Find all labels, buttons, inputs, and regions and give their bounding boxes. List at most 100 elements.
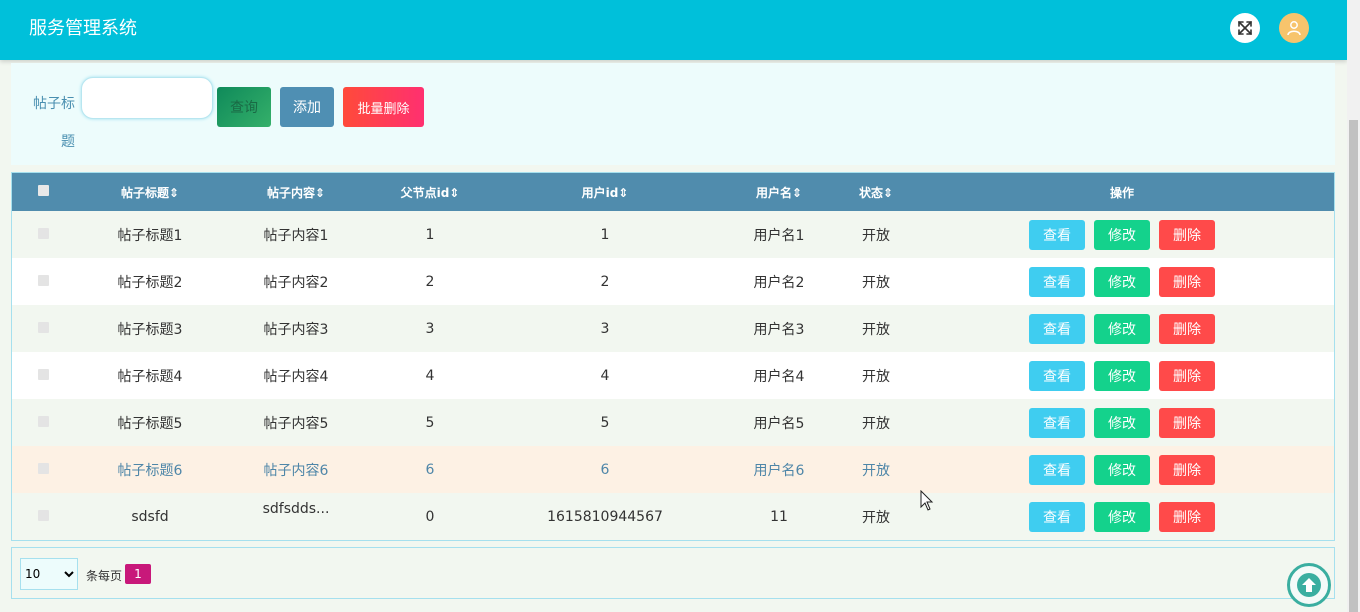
cell-content: 帖子内容2 bbox=[263, 274, 329, 291]
table-header-row: 帖子标题⇕ 帖子内容⇕ 父节点id⇕ 用户id⇕ 用户名⇕ 状态⇕ 操作 bbox=[12, 173, 1334, 211]
cell-status: 开放 bbox=[862, 227, 890, 244]
table-row[interactable]: 帖子标题1 帖子内容1 1 1 用户名1 开放 查看 修改 删除 bbox=[12, 211, 1334, 258]
arrow-up-icon bbox=[1297, 573, 1321, 597]
cell-status: 开放 bbox=[862, 509, 890, 526]
view-button[interactable]: 查看 bbox=[1029, 266, 1085, 297]
pagination-bar: 10 条每页 1 bbox=[11, 547, 1335, 599]
post-title-search-input[interactable] bbox=[81, 77, 213, 119]
cell-status: 开放 bbox=[862, 415, 890, 432]
view-button[interactable]: 查看 bbox=[1029, 454, 1085, 485]
add-button[interactable]: 添加 bbox=[280, 87, 334, 127]
cell-title: 帖子标题2 bbox=[117, 274, 183, 291]
delete-button[interactable]: 删除 bbox=[1159, 454, 1215, 485]
back-to-top-button[interactable] bbox=[1287, 563, 1331, 607]
cell-parent-id: 1 bbox=[425, 226, 435, 243]
row-checkbox[interactable] bbox=[37, 321, 49, 333]
column-header-username[interactable]: 用户名⇕ bbox=[716, 173, 842, 211]
row-checkbox[interactable] bbox=[37, 415, 49, 427]
sort-icon: ⇕ bbox=[618, 185, 629, 200]
view-button[interactable]: 查看 bbox=[1029, 407, 1085, 438]
delete-button[interactable]: 删除 bbox=[1159, 219, 1215, 250]
table-row[interactable]: 帖子标题4 帖子内容4 4 4 用户名4 开放 查看 修改 删除 bbox=[12, 352, 1334, 399]
edit-button[interactable]: 修改 bbox=[1094, 266, 1150, 297]
row-checkbox-cell[interactable] bbox=[12, 352, 74, 399]
cell-status: 开放 bbox=[862, 274, 890, 291]
cell-status: 开放 bbox=[862, 462, 890, 479]
cell-title: 帖子标题5 bbox=[117, 415, 183, 432]
cell-parent-id: 6 bbox=[425, 461, 435, 478]
page-size-select[interactable]: 10 bbox=[20, 558, 78, 590]
edit-button[interactable]: 修改 bbox=[1094, 501, 1150, 532]
sort-icon: ⇕ bbox=[168, 185, 180, 200]
per-page-label: 条每页 bbox=[86, 569, 123, 583]
table-row[interactable]: 帖子标题6 帖子内容6 6 6 用户名6 开放 查看 修改 删除 bbox=[12, 446, 1334, 493]
cell-content: 帖子内容6 bbox=[263, 462, 329, 479]
row-checkbox-cell[interactable] bbox=[12, 258, 74, 305]
edit-button[interactable]: 修改 bbox=[1094, 313, 1150, 344]
row-checkbox-cell[interactable] bbox=[12, 211, 74, 258]
cell-title: 帖子标题3 bbox=[117, 321, 183, 338]
column-header-status[interactable]: 状态⇕ bbox=[842, 173, 910, 211]
column-header-title[interactable]: 帖子标题⇕ bbox=[74, 173, 226, 211]
cell-user-id: 3 bbox=[600, 320, 610, 337]
search-button[interactable]: 查询 bbox=[217, 87, 271, 127]
delete-button[interactable]: 删除 bbox=[1159, 266, 1215, 297]
cell-user-id: 4 bbox=[600, 367, 610, 384]
select-all-checkbox[interactable] bbox=[37, 185, 49, 196]
cell-user-id: 1615810944567 bbox=[547, 508, 663, 525]
delete-button[interactable]: 删除 bbox=[1159, 501, 1215, 532]
cell-title: sdsfd bbox=[131, 508, 169, 525]
view-button[interactable]: 查看 bbox=[1029, 501, 1085, 532]
row-checkbox[interactable] bbox=[37, 462, 49, 474]
delete-button[interactable]: 删除 bbox=[1159, 407, 1215, 438]
edit-button[interactable]: 修改 bbox=[1094, 360, 1150, 391]
cell-username: 用户名1 bbox=[753, 227, 805, 244]
column-header-content[interactable]: 帖子内容⇕ bbox=[226, 173, 366, 211]
cell-title: 帖子标题4 bbox=[117, 368, 183, 385]
view-button[interactable]: 查看 bbox=[1029, 219, 1085, 250]
edit-button[interactable]: 修改 bbox=[1094, 407, 1150, 438]
expand-icon bbox=[1238, 21, 1252, 35]
cell-user-id: 6 bbox=[600, 461, 610, 478]
table-row[interactable]: 帖子标题3 帖子内容3 3 3 用户名3 开放 查看 修改 删除 bbox=[12, 305, 1334, 352]
sort-icon: ⇕ bbox=[314, 185, 326, 200]
delete-button[interactable]: 删除 bbox=[1159, 313, 1215, 344]
edit-button[interactable]: 修改 bbox=[1094, 219, 1150, 250]
cell-username: 用户名2 bbox=[753, 274, 805, 291]
table-row[interactable]: 帖子标题2 帖子内容2 2 2 用户名2 开放 查看 修改 删除 bbox=[12, 258, 1334, 305]
row-checkbox-cell[interactable] bbox=[12, 305, 74, 352]
sort-icon: ⇕ bbox=[791, 185, 803, 200]
scrollbar-thumb[interactable] bbox=[1349, 120, 1358, 612]
row-checkbox-cell[interactable] bbox=[12, 493, 74, 540]
row-checkbox[interactable] bbox=[37, 368, 49, 380]
delete-button[interactable]: 删除 bbox=[1159, 360, 1215, 391]
table-row[interactable]: 帖子标题5 帖子内容5 5 5 用户名5 开放 查看 修改 删除 bbox=[12, 399, 1334, 446]
row-checkbox[interactable] bbox=[37, 227, 49, 239]
edit-button[interactable]: 修改 bbox=[1094, 454, 1150, 485]
fullscreen-button[interactable] bbox=[1230, 13, 1260, 43]
user-avatar-button[interactable] bbox=[1279, 13, 1309, 43]
view-button[interactable]: 查看 bbox=[1029, 360, 1085, 391]
row-checkbox[interactable] bbox=[37, 509, 49, 521]
cell-actions: 查看 修改 删除 bbox=[910, 399, 1334, 446]
cell-user-id: 5 bbox=[600, 414, 610, 431]
batch-delete-button[interactable]: 批量删除 bbox=[343, 87, 424, 127]
column-header-parent-id[interactable]: 父节点id⇕ bbox=[366, 173, 494, 211]
cell-content: 帖子内容4 bbox=[263, 368, 329, 385]
row-checkbox-cell[interactable] bbox=[12, 399, 74, 446]
column-header-user-id[interactable]: 用户id⇕ bbox=[494, 173, 716, 211]
view-button[interactable]: 查看 bbox=[1029, 313, 1085, 344]
table-row[interactable]: sdsfd sdfsdds... 0 1615810944567 11 开放 查看 修改 删除 bbox=[12, 493, 1334, 540]
user-icon bbox=[1287, 21, 1301, 36]
page-scrollbar[interactable] bbox=[1347, 0, 1360, 612]
select-all-cell[interactable] bbox=[12, 173, 74, 211]
search-label: 帖子标题 bbox=[33, 96, 75, 150]
cell-title: 帖子标题1 bbox=[117, 227, 183, 244]
cell-actions: 查看 修改 删除 bbox=[910, 352, 1334, 399]
cell-parent-id: 4 bbox=[425, 367, 435, 384]
cell-username: 用户名6 bbox=[753, 462, 805, 479]
row-checkbox-cell[interactable] bbox=[12, 446, 74, 493]
page-number-1[interactable]: 1 bbox=[125, 564, 151, 584]
cell-username: 用户名3 bbox=[753, 321, 805, 338]
row-checkbox[interactable] bbox=[37, 274, 49, 286]
